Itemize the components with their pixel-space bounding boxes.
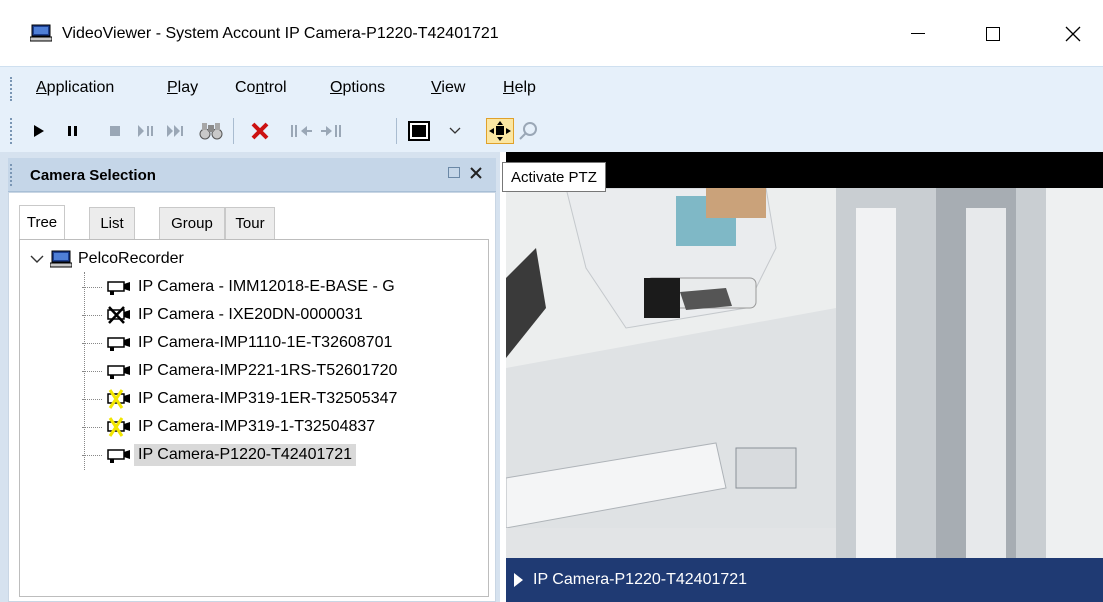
- title-bar: VideoViewer - System Account IP Camera-P…: [0, 0, 1103, 66]
- tree-item-label: IP Camera-IMP1110-1E-T32608701: [138, 334, 393, 351]
- step-pause-button[interactable]: [134, 118, 160, 144]
- toolbar: [0, 110, 1103, 152]
- window-title: VideoViewer - System Account IP Camera-P…: [62, 25, 499, 42]
- panel-grip: [10, 164, 14, 186]
- fast-forward-icon: [167, 125, 183, 137]
- pause-button[interactable]: [62, 118, 84, 144]
- camera-feed-image: [506, 188, 1103, 558]
- tree-item[interactable]: IP Camera-IMP221-1RS-T52601720: [82, 358, 401, 384]
- stop-button[interactable]: [104, 118, 126, 144]
- pause-icon: [68, 126, 77, 136]
- step-back-button[interactable]: [287, 118, 315, 144]
- float-window-button[interactable]: [448, 167, 460, 178]
- layout-dropdown-button[interactable]: [444, 118, 466, 144]
- camera-warning-icon: [107, 417, 130, 437]
- find-button[interactable]: [197, 118, 225, 144]
- tree-item-label: IP Camera - IMM12018-E-BASE - G: [138, 278, 395, 295]
- toolbar-separator: [233, 118, 234, 144]
- minimize-button[interactable]: [895, 16, 941, 52]
- menu-play[interactable]: Play: [167, 79, 198, 97]
- menu-help[interactable]: Help: [503, 79, 536, 97]
- video-pane[interactable]: IP Camera-P1220-T42401721: [506, 152, 1103, 602]
- camera-selection-panel: Camera Selection Tree List Group Tour Pe…: [0, 152, 500, 602]
- close-icon: [470, 167, 482, 179]
- menu-control[interactable]: Control: [235, 79, 287, 97]
- zoom-button[interactable]: [516, 118, 540, 144]
- menu-options[interactable]: Options: [330, 79, 385, 97]
- layout-button[interactable]: [406, 118, 432, 144]
- video-caption-bar: IP Camera-P1220-T42401721: [506, 558, 1103, 602]
- play-icon: [34, 125, 44, 137]
- app-monitor-icon: [30, 24, 52, 42]
- panel-close-button[interactable]: [470, 161, 482, 184]
- chevron-down-icon[interactable]: [30, 254, 44, 264]
- tree-item-label: IP Camera-P1220-T42401721: [134, 444, 357, 466]
- camera-warning-icon: [107, 389, 130, 409]
- tree-item[interactable]: IP Camera - IXE20DN-0000031: [82, 302, 367, 328]
- tree-item[interactable]: IP Camera-IMP1110-1E-T32608701: [82, 330, 396, 356]
- menu-bar: Application Play Control Options View He…: [0, 66, 1103, 110]
- play-button[interactable]: [28, 118, 50, 144]
- maximize-button[interactable]: [970, 16, 1016, 52]
- tab-group[interactable]: Group: [159, 207, 225, 239]
- toolbar-grip: [10, 118, 14, 144]
- menu-application[interactable]: Application: [36, 79, 114, 97]
- ptz-icon: [489, 121, 511, 141]
- tab-tour[interactable]: Tour: [225, 207, 275, 239]
- video-caption: IP Camera-P1220-T42401721: [533, 571, 748, 588]
- zoom-icon: [519, 122, 537, 140]
- menu-grip: [10, 77, 14, 101]
- tree-root-label: PelcoRecorder: [78, 250, 184, 267]
- panel-header: Camera Selection: [8, 158, 496, 192]
- maximize-icon: [986, 27, 1000, 41]
- minimize-icon: [911, 33, 925, 34]
- step-back-icon: [291, 125, 312, 137]
- menu-view[interactable]: View: [431, 79, 465, 97]
- camera-icon: [107, 281, 130, 295]
- tab-tree[interactable]: Tree: [19, 205, 65, 239]
- delete-button[interactable]: [247, 118, 273, 144]
- step-pause-icon: [138, 125, 153, 137]
- tabs-area: Tree List Group Tour PelcoRecorder IP Ca…: [8, 192, 496, 602]
- ptz-button[interactable]: [486, 118, 514, 144]
- panel-title: Camera Selection: [30, 167, 156, 184]
- tree-item-selected[interactable]: IP Camera-P1220-T42401721: [82, 442, 357, 468]
- close-icon: [1065, 26, 1081, 42]
- recorder-icon: [50, 250, 72, 268]
- dropdown-icon: [449, 127, 461, 134]
- step-forward-icon: [321, 125, 341, 137]
- camera-icon: [107, 365, 130, 379]
- step-forward-button[interactable]: [318, 118, 346, 144]
- delete-icon: [251, 122, 269, 140]
- tree-item[interactable]: IP Camera - IMM12018-E-BASE - G: [82, 274, 399, 300]
- close-button[interactable]: [1050, 16, 1096, 52]
- camera-icon: [107, 449, 130, 463]
- layout-icon: [408, 121, 430, 141]
- tab-list[interactable]: List: [89, 207, 135, 239]
- tree-item-label: IP Camera-IMP319-1ER-T32505347: [138, 390, 398, 407]
- tooltip: Activate PTZ: [502, 162, 606, 192]
- binoculars-icon: [199, 123, 223, 140]
- camera-icon: [107, 337, 130, 351]
- stop-icon: [110, 126, 120, 136]
- tree-item-label: IP Camera - IXE20DN-0000031: [138, 306, 363, 323]
- tree-item[interactable]: IP Camera-IMP319-1ER-T32505347: [82, 386, 401, 412]
- tree-item[interactable]: IP Camera-IMP319-1-T32504837: [82, 414, 379, 440]
- camera-tree: PelcoRecorder IP Camera - IMM12018-E-BAS…: [19, 239, 489, 597]
- tree-item-label: IP Camera-IMP221-1RS-T52601720: [138, 362, 398, 379]
- caption-arrow-icon[interactable]: [514, 573, 523, 587]
- toolbar-separator: [396, 118, 397, 144]
- tree-root[interactable]: PelcoRecorder: [30, 248, 184, 270]
- camera-offline-icon: [107, 306, 130, 324]
- fast-forward-button[interactable]: [163, 118, 189, 144]
- tree-item-label: IP Camera-IMP319-1-T32504837: [138, 418, 376, 435]
